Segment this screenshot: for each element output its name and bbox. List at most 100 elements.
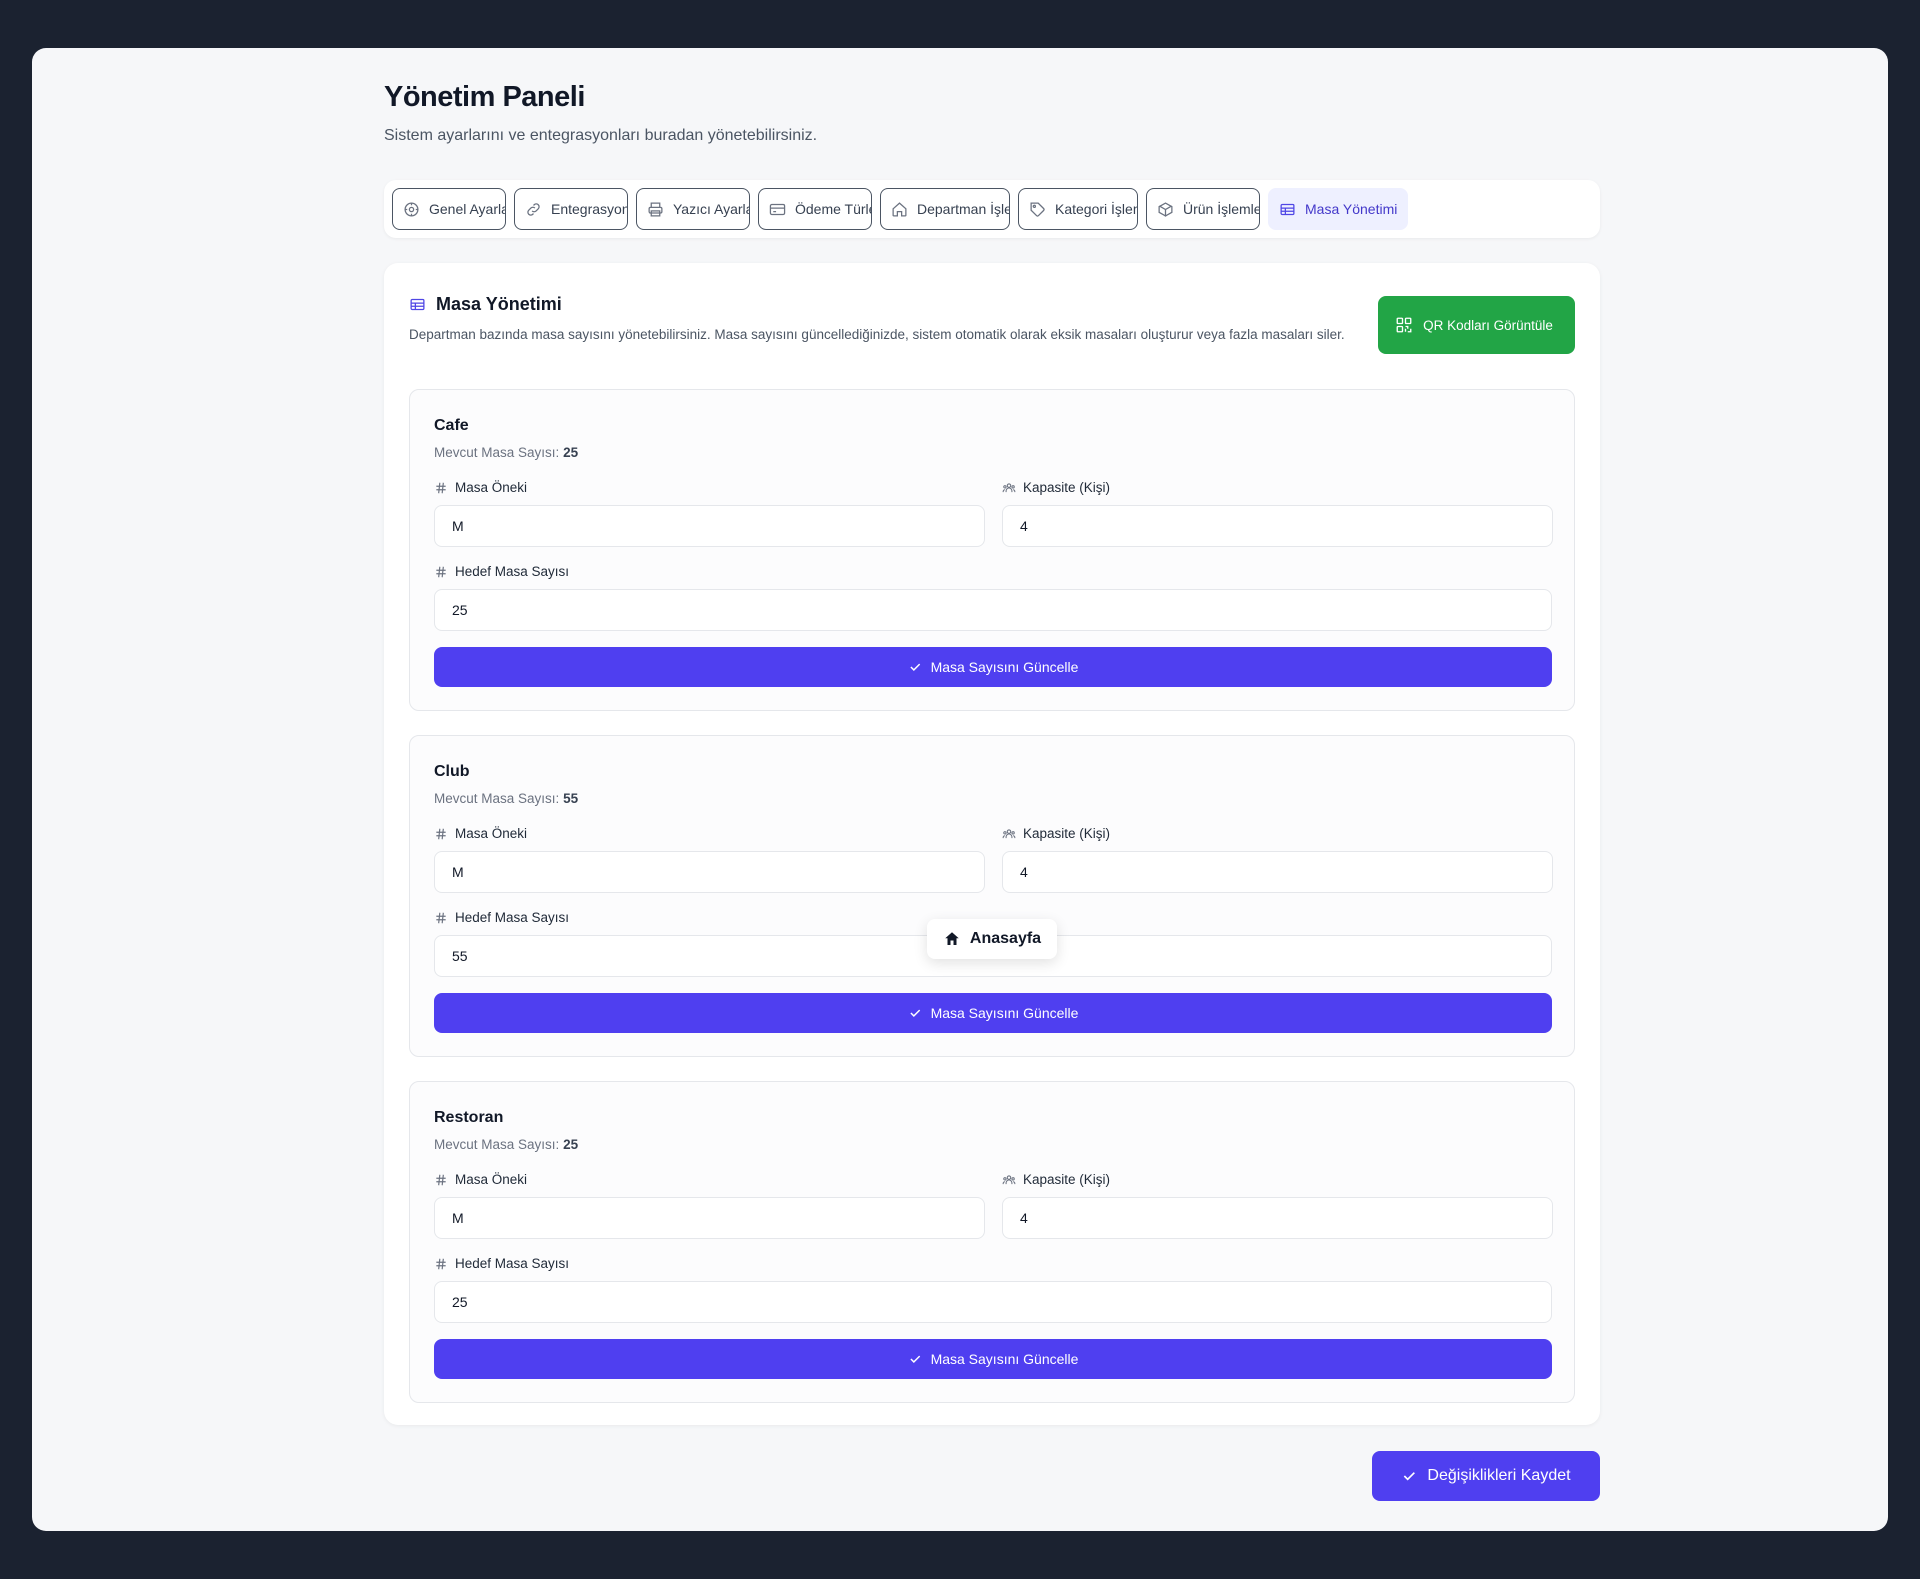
prefix-label-text: Masa Öneki: [455, 1172, 528, 1187]
users-icon: [1002, 1174, 1016, 1184]
current-count-label: Mevcut Masa Sayısı:: [434, 445, 560, 460]
hash-icon: [436, 482, 446, 493]
check-icon: [909, 663, 920, 671]
prefix-label-text: Masa Öneki: [455, 480, 528, 495]
check-icon: [1404, 1472, 1416, 1481]
users-icon: [1002, 828, 1016, 838]
tab-masa-yonetimi[interactable]: Masa Yönetimi: [1268, 188, 1408, 230]
table-icon: [1280, 203, 1295, 215]
department-card-restoran: Restoran Mevcut Masa Sayısı: 25 Masa Öne…: [409, 1081, 1575, 1403]
page-subtitle: Sistem ayarlarını ve entegrasyonları bur…: [384, 127, 818, 144]
check-icon: [909, 1009, 920, 1017]
settings-tabs: Genel Ayarlar Entegrasyonlar Yazıcı Ayar…: [384, 180, 1600, 238]
tab-label: Entegrasyonlar: [551, 201, 627, 217]
qr-code-icon: [1396, 317, 1412, 333]
prefix-label-text: Masa Öneki: [455, 826, 528, 841]
update-button-label: Masa Sayısını Güncelle: [930, 659, 1079, 675]
target-count-input[interactable]: 25: [434, 589, 1552, 631]
capacity-label: Kapasite (Kişi): [1002, 826, 1110, 841]
prefix-input[interactable]: M: [434, 1197, 985, 1239]
department-name: Restoran: [434, 1109, 504, 1126]
capacity-label-text: Kapasite (Kişi): [1023, 826, 1111, 841]
current-table-count: Mevcut Masa Sayısı: 55: [434, 791, 578, 806]
current-table-count: Mevcut Masa Sayısı: 25: [434, 445, 578, 460]
hash-icon: [436, 566, 446, 577]
capacity-input[interactable]: 4: [1002, 1197, 1553, 1239]
qr-codes-button-label: QR Kodları Görüntüle: [1423, 317, 1553, 333]
capacity-label-text: Kapasite (Kişi): [1023, 1172, 1111, 1187]
capacity-input[interactable]: 4: [1002, 851, 1553, 893]
settings-icon: [404, 201, 419, 217]
current-count-value: 25: [563, 445, 579, 460]
prefix-input[interactable]: M: [434, 851, 985, 893]
target-label-text: Hedef Masa Sayısı: [455, 1256, 570, 1271]
capacity-label: Kapasite (Kişi): [1002, 1172, 1110, 1187]
department-name: Club: [434, 763, 470, 780]
department-card-club: Club Mevcut Masa Sayısı: 55 Masa Öneki M…: [409, 735, 1575, 1057]
app-window: Yönetim Paneli Sistem ayarlarını ve ente…: [32, 48, 1888, 1531]
save-button-label: Değişiklikleri Kaydet: [1427, 1467, 1571, 1484]
credit-card-icon: [769, 203, 786, 215]
prefix-label: Masa Öneki: [434, 826, 527, 841]
tab-yazici-ayarlari[interactable]: Yazıcı Ayarları: [636, 188, 750, 230]
current-count-value: 25: [563, 1137, 579, 1152]
home-icon: [945, 932, 959, 945]
update-table-count-button[interactable]: Masa Sayısını Güncelle: [434, 993, 1552, 1033]
printer-icon: [648, 201, 663, 217]
tab-label: Genel Ayarlar: [429, 201, 506, 217]
page-title: Yönetim Paneli: [384, 81, 585, 113]
department-name: Cafe: [434, 417, 469, 434]
current-count-value: 55: [563, 791, 579, 806]
tab-label: Masa Yönetimi: [1305, 201, 1398, 217]
tab-genel-ayarlar[interactable]: Genel Ayarlar: [392, 188, 506, 230]
target-label: Hedef Masa Sayısı: [434, 910, 569, 925]
tab-label: Departman İşlemleri: [917, 201, 1010, 217]
table-icon: [410, 298, 425, 311]
capacity-label-text: Kapasite (Kişi): [1023, 480, 1111, 495]
target-label: Hedef Masa Sayısı: [434, 1256, 569, 1271]
current-count-label: Mevcut Masa Sayısı:: [434, 791, 560, 806]
tab-kategori-islemleri[interactable]: Kategori İşlemleri: [1018, 188, 1138, 230]
tab-entegrasyonlar[interactable]: Entegrasyonlar: [514, 188, 628, 230]
target-count-input[interactable]: 25: [434, 1281, 1552, 1323]
tab-label: Yazıcı Ayarları: [673, 201, 749, 217]
tab-label: Ödeme Türleri: [795, 201, 871, 217]
hash-icon: [436, 828, 446, 839]
current-count-label: Mevcut Masa Sayısı:: [434, 1137, 560, 1152]
section-description: Departman bazında masa sayısını yönetebi…: [409, 327, 1345, 342]
hash-icon: [436, 912, 446, 923]
prefix-label: Masa Öneki: [434, 480, 527, 495]
current-table-count: Mevcut Masa Sayısı: 25: [434, 1137, 578, 1152]
table-management-card: Masa Yönetimi Departman bazında masa say…: [384, 263, 1600, 1425]
tag-icon: [1030, 201, 1045, 217]
capacity-input[interactable]: 4: [1002, 505, 1553, 547]
update-button-label: Masa Sayısını Güncelle: [930, 1351, 1079, 1367]
check-icon: [909, 1355, 920, 1363]
link-icon: [527, 202, 540, 216]
target-label: Hedef Masa Sayısı: [434, 564, 569, 579]
home-nav-label: Anasayfa: [969, 930, 1042, 947]
tab-departman-islemleri[interactable]: Departman İşlemleri: [880, 188, 1010, 230]
update-button-label: Masa Sayısını Güncelle: [930, 1005, 1079, 1021]
users-icon: [1002, 482, 1016, 492]
save-changes-button[interactable]: Değişiklikleri Kaydet: [1372, 1451, 1600, 1501]
prefix-label: Masa Öneki: [434, 1172, 527, 1187]
hash-icon: [436, 1174, 446, 1185]
tab-label: Ürün İşlemleri: [1183, 201, 1259, 217]
target-label-text: Hedef Masa Sayısı: [455, 910, 570, 925]
section-title: Masa Yönetimi: [409, 294, 562, 315]
target-label-text: Hedef Masa Sayısı: [455, 564, 570, 579]
update-table-count-button[interactable]: Masa Sayısını Güncelle: [434, 647, 1552, 687]
tab-label: Kategori İşlemleri: [1055, 201, 1137, 217]
prefix-input[interactable]: M: [434, 505, 985, 547]
home-nav-pill[interactable]: Anasayfa: [927, 919, 1057, 959]
qr-codes-button[interactable]: QR Kodları Görüntüle: [1378, 296, 1575, 354]
tab-odeme-turleri[interactable]: Ödeme Türleri: [758, 188, 872, 230]
update-table-count-button[interactable]: Masa Sayısını Güncelle: [434, 1339, 1552, 1379]
section-title-text: Masa Yönetimi: [436, 294, 562, 314]
capacity-label: Kapasite (Kişi): [1002, 480, 1110, 495]
tab-urun-islemleri[interactable]: Ürün İşlemleri: [1146, 188, 1260, 230]
hash-icon: [436, 1258, 446, 1269]
department-card-cafe: Cafe Mevcut Masa Sayısı: 25 Masa Öneki M…: [409, 389, 1575, 711]
home-icon: [892, 201, 907, 217]
